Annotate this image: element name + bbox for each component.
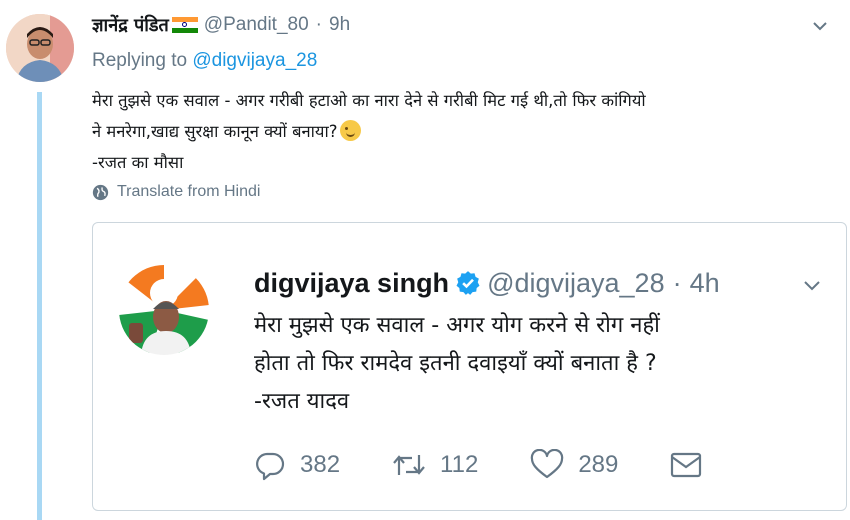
quoted-tweet-card[interactable]: digvijaya singh @digvijaya_28 · 4h मेरा … [92,222,847,511]
chevron-down-icon[interactable] [810,16,830,36]
reply-icon [256,452,285,481]
retweet-button[interactable]: 112 [392,449,478,481]
reply-text-line-content: ने मनरेगा,खाद्य सुरक्षा कानून क्यों बनाय… [92,122,338,141]
reply-text-line: मेरा तुझसे एक सवाल - अगर गरीबी हटाओ का न… [92,91,646,110]
separator-dot: · [315,14,322,35]
verified-badge-icon [456,271,480,295]
quoted-author-avatar[interactable] [119,265,209,355]
retweet-count: 112 [440,451,479,478]
retweet-icon [393,455,425,475]
reply-tweet-text: मेरा तुझसे एक सवाल - अगर गरीबी हटाओ का न… [92,85,848,178]
quoted-tweet-text: मेरा मुझसे एक सवाल - अगर योग करने से रोग… [254,307,834,421]
reply-timestamp[interactable]: 9h [329,14,350,36]
replying-to-mention[interactable]: @digvijaya_28 [192,50,317,71]
quoted-author-name[interactable]: digvijaya singh [254,268,449,299]
quoted-text-line: मेरा मुझसे एक सवाल - अगर योग करने से रोग… [254,313,660,338]
direct-message-button[interactable] [670,451,716,479]
reply-count: 382 [300,451,341,478]
reply-author-name[interactable]: ज्ञानेंद्र पंडित [92,13,169,37]
translate-link[interactable]: Translate from Hindi [92,183,260,201]
winking-face-icon [339,120,361,141]
like-count: 289 [578,451,619,478]
reply-header: ज्ञानेंद्र पंडित @Pandit_80 · 9h [92,12,840,38]
replying-to-line: Replying to @digvijaya_28 [92,50,317,72]
separator-dot: · [672,267,682,298]
like-button[interactable]: 289 [530,449,618,481]
heart-icon [531,449,564,479]
tweet-actions-bar: 382 112 289 [254,445,814,485]
replying-to-prefix: Replying to [92,50,188,71]
chevron-down-icon[interactable] [800,273,824,297]
thread-connector-line [37,92,42,520]
quoted-text-line: -रजत यादव [254,389,350,414]
quoted-author-handle[interactable]: @digvijaya_28 [487,268,665,299]
reply-author-avatar[interactable] [6,14,74,82]
reply-text-line: ने मनरेगा,खाद्य सुरक्षा कानून क्यों बनाय… [92,116,848,147]
translate-label: Translate from Hindi [117,183,261,200]
globe-icon [92,184,109,200]
quoted-text-line: होता तो फिर रामदेव इतनी दवाइयाँ क्यों बन… [254,351,657,376]
envelope-icon [671,452,702,478]
india-flag-icon [171,16,198,34]
reply-author-handle[interactable]: @Pandit_80 [204,14,309,36]
quoted-header: digvijaya singh @digvijaya_28 · 4h [254,265,720,301]
reply-button[interactable]: 382 [254,449,340,481]
quoted-timestamp[interactable]: 4h [690,268,720,299]
reply-text-line: -रजत का मौसा [92,153,184,172]
